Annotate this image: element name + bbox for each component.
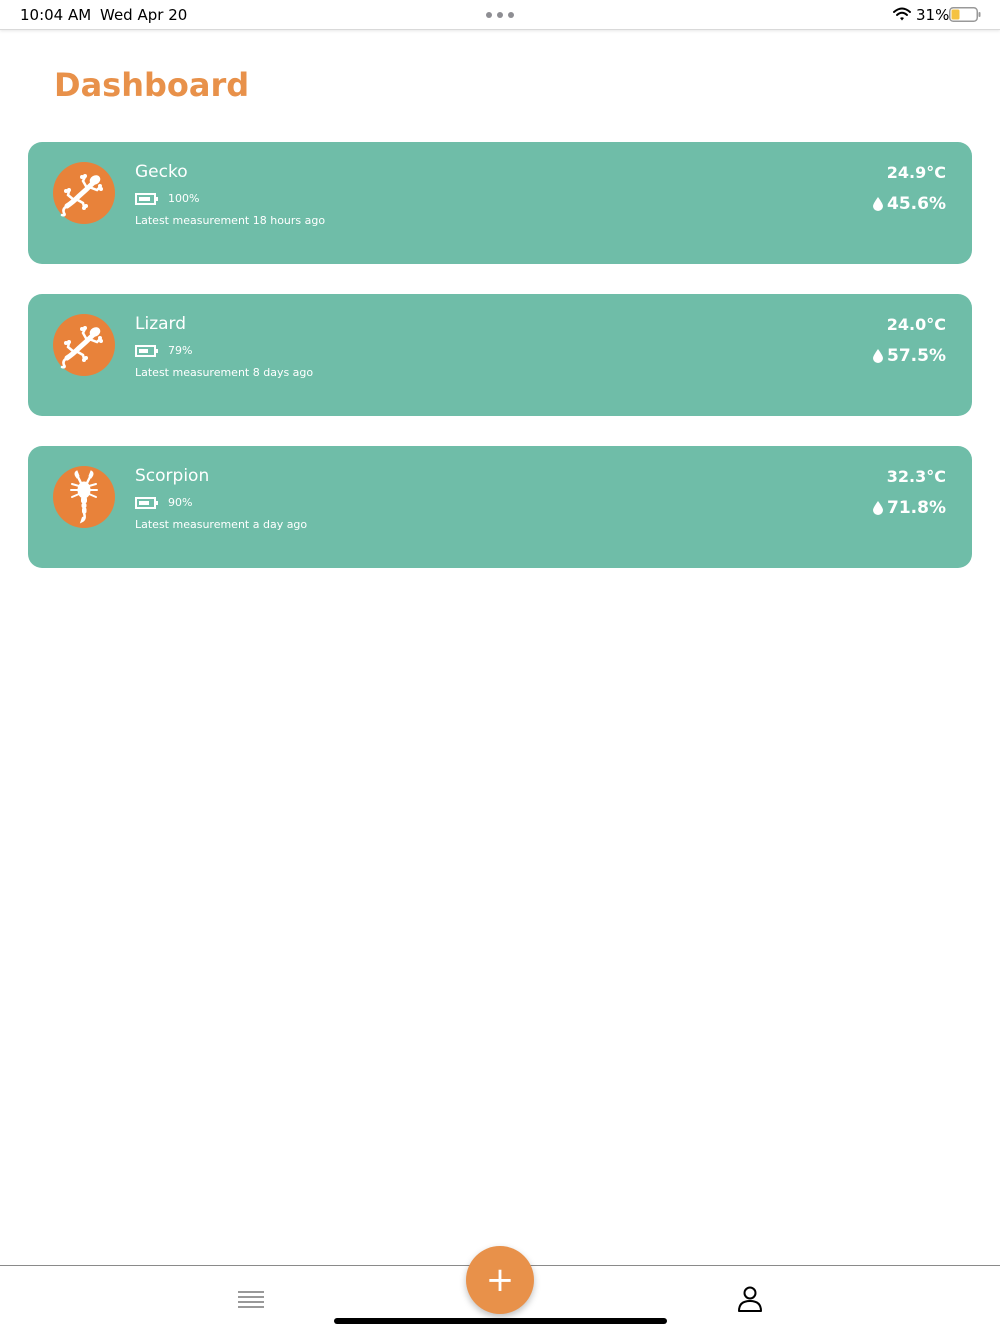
status-time: 10:04 AM (20, 6, 92, 24)
battery-value: 100% (168, 192, 200, 205)
water-drop-icon (873, 197, 884, 211)
latest-measurement: Latest measurement 8 days ago (135, 366, 314, 379)
device-card-scorpion[interactable]: Scorpion 90% Latest measurement a day ag… (28, 446, 972, 568)
gecko-icon (60, 326, 103, 369)
page-title: Dashboard (54, 66, 250, 104)
device-avatar (53, 466, 115, 528)
device-avatar (53, 162, 115, 224)
latest-measurement: Latest measurement 18 hours ago (135, 214, 326, 227)
battery-level-icon (135, 345, 158, 357)
battery-value: 90% (168, 496, 193, 509)
device-card-gecko[interactable]: Gecko 100% Latest measurement 18 hours a… (28, 142, 972, 264)
multitasking-dots-icon[interactable] (486, 12, 514, 18)
temperature-value: 32.3°C (886, 467, 946, 486)
humidity-reading: 45.6% (873, 194, 946, 214)
humidity-value: 45.6% (887, 194, 946, 214)
temperature-value: 24.0°C (886, 315, 946, 334)
latest-measurement: Latest measurement a day ago (135, 518, 308, 531)
humidity-value: 57.5% (887, 346, 946, 366)
battery-icon (949, 7, 981, 22)
device-avatar (53, 314, 115, 376)
scorpion-icon (70, 470, 98, 524)
wifi-icon (893, 7, 911, 21)
device-list: Gecko 100% Latest measurement 18 hours a… (28, 142, 972, 598)
list-icon[interactable] (238, 1291, 264, 1309)
water-drop-icon (873, 349, 884, 363)
battery-level-icon (135, 497, 158, 509)
water-drop-icon (873, 501, 884, 515)
device-name: Gecko (135, 162, 188, 182)
add-device-button[interactable]: + (466, 1246, 534, 1314)
humidity-reading: 71.8% (873, 498, 946, 518)
home-indicator[interactable] (334, 1318, 667, 1324)
humidity-reading: 57.5% (873, 346, 946, 366)
humidity-value: 71.8% (887, 498, 946, 518)
status-date: Wed Apr 20 (100, 6, 188, 24)
device-name: Lizard (135, 314, 187, 334)
device-name: Scorpion (135, 466, 210, 486)
profile-icon[interactable] (736, 1285, 764, 1313)
battery-level-icon (135, 193, 158, 205)
battery-value: 79% (168, 344, 193, 357)
device-card-lizard[interactable]: Lizard 79% Latest measurement 8 days ago… (28, 294, 972, 416)
battery-percent: 31% (916, 6, 950, 24)
temperature-value: 24.9°C (886, 163, 946, 182)
status-bar: 10:04 AM Wed Apr 20 31% (0, 0, 1000, 30)
gecko-icon (60, 174, 103, 217)
